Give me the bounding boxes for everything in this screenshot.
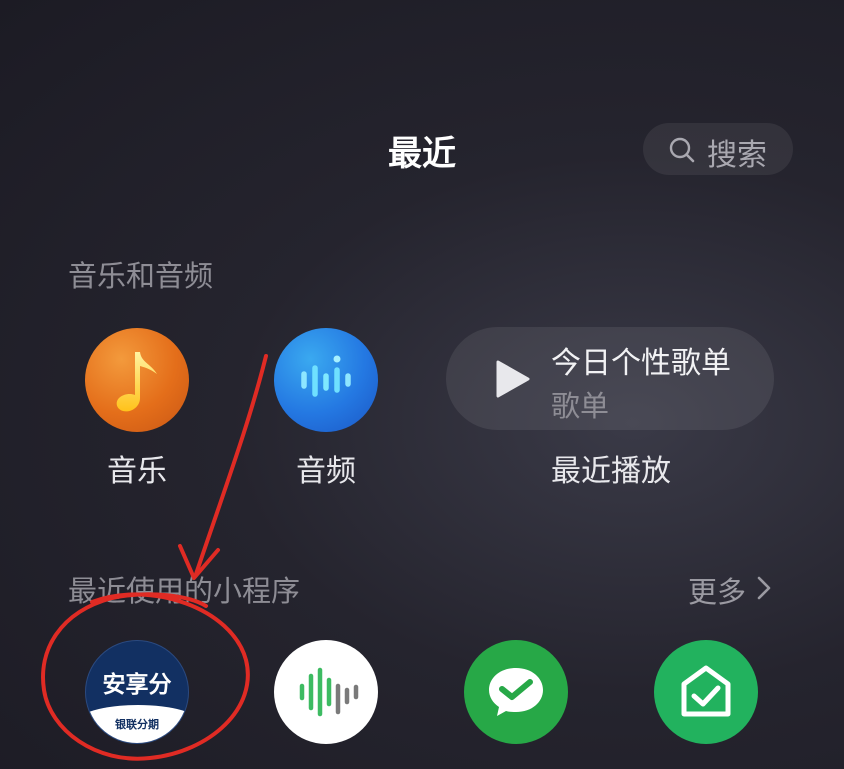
audio-app-label: 音频 [296, 454, 356, 489]
audio-app-button[interactable] [274, 328, 378, 432]
wechat-pay-icon [489, 668, 543, 716]
music-note-icon [116, 352, 157, 412]
section-title-mini-programs: 最近使用的小程序 [68, 574, 301, 608]
mini-program-wechat-pay[interactable] [464, 640, 568, 744]
playlist-subtitle: 歌单 [551, 389, 610, 423]
play-icon[interactable] [492, 358, 532, 400]
audio-wave-icon [301, 355, 351, 397]
recent-play-label: 最近播放 [551, 454, 671, 489]
mini-program-anxiangfen[interactable]: 安享分 银联分期 [85, 640, 189, 744]
mini-program-sound-wave[interactable] [274, 640, 378, 744]
playlist-title: 今日个性歌单 [551, 346, 731, 381]
chevron-right-icon[interactable] [755, 575, 773, 601]
more-link[interactable]: 更多 [688, 569, 746, 611]
section-title-music-audio: 音乐和音频 [68, 259, 214, 293]
mini-program-home-check[interactable] [654, 640, 758, 744]
sound-wave-icon [299, 667, 359, 717]
anxiangfen-logo-subtext: 银联分期 [115, 718, 159, 731]
music-app-label: 音乐 [107, 454, 167, 489]
search-icon [669, 137, 695, 163]
anxiangfen-logo-text: 安享分 [102, 672, 172, 698]
music-app-button[interactable] [85, 328, 189, 432]
home-check-icon [681, 665, 731, 717]
search-label[interactable]: 搜索 [707, 130, 767, 174]
